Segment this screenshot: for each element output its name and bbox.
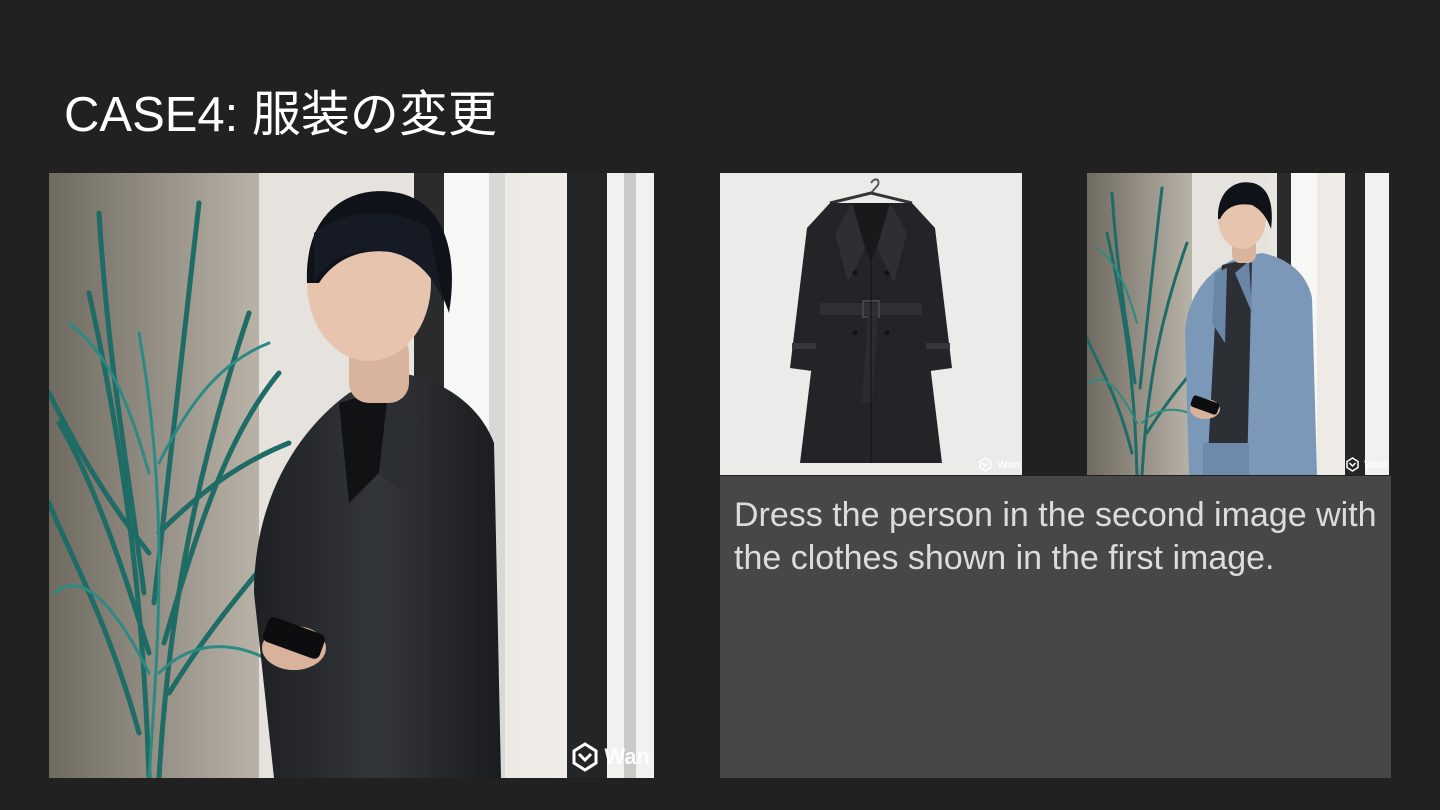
watermark-text: Wan — [997, 458, 1020, 471]
slide: CASE4: 服装の変更 Wan Wan Wan Dress the perso… — [0, 0, 1440, 810]
person-trench-coat-illustration — [49, 173, 654, 778]
wan-logo-icon — [978, 457, 993, 472]
slide-title: CASE4: 服装の変更 — [64, 88, 497, 142]
watermark-text: Wan — [1364, 458, 1387, 471]
prompt-text: Dress the person in the second image wit… — [734, 496, 1377, 577]
watermark-text: Wan — [604, 744, 650, 769]
prompt-box: Dress the person in the second image wit… — [720, 476, 1391, 778]
watermark: Wan — [1345, 457, 1387, 472]
reference-clothes-image: Wan — [720, 173, 1022, 475]
result-image: Wan — [1087, 173, 1389, 475]
watermark: Wan — [570, 742, 650, 772]
person-blue-blazer-illustration — [1087, 173, 1389, 475]
wan-logo-icon — [1345, 457, 1360, 472]
trench-coat-illustration — [720, 173, 1022, 475]
wan-logo-icon — [570, 742, 600, 772]
watermark: Wan — [978, 457, 1020, 472]
reference-person-image: Wan — [49, 173, 654, 778]
